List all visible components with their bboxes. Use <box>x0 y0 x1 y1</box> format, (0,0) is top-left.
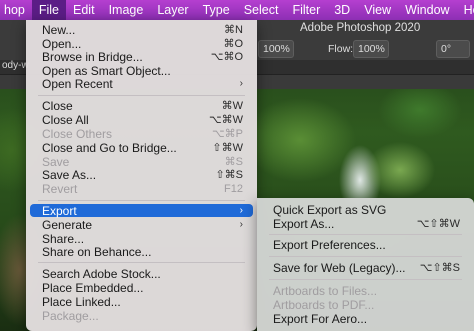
menu-item-label: Revert <box>42 181 78 196</box>
flow-label: Flow: <box>328 43 354 55</box>
submenu-item-save-for-web[interactable]: Save for Web (Legacy)... ⌥⇧⌘S <box>261 260 470 275</box>
menu-separator <box>38 262 245 263</box>
menu-3d[interactable]: 3D <box>327 0 357 20</box>
menu-item-label: Export For Aero... <box>273 311 368 326</box>
menu-item-label: Export Preferences... <box>273 237 386 252</box>
menu-item-close-go-bridge[interactable]: Close and Go to Bridge... ⇧⌘W <box>30 140 253 155</box>
shortcut: F12 <box>224 182 243 195</box>
submenu-item-export-preferences[interactable]: Export Preferences... <box>261 237 470 252</box>
menu-item-label: Browse in Bridge... <box>42 49 143 64</box>
menu-item-browse-in-bridge[interactable]: Browse in Bridge... ⌥⌘O <box>30 49 253 64</box>
menu-item-open[interactable]: Open... ⌘O <box>30 36 253 51</box>
menu-separator <box>38 95 245 96</box>
submenu-item-artboards-to-files: Artboards to Files... <box>261 283 470 298</box>
menu-item-label: Place Embedded... <box>42 280 144 295</box>
submenu-arrow-icon: › <box>239 78 243 89</box>
menu-window[interactable]: Window <box>398 0 456 20</box>
menu-item-label: Close <box>42 98 73 113</box>
submenu-arrow-icon: › <box>239 205 243 216</box>
menu-item-label: Export <box>42 203 77 218</box>
menu-edit[interactable]: Edit <box>66 0 102 20</box>
menu-photoshop[interactable]: hop <box>0 0 32 20</box>
menu-item-label: Search Adobe Stock... <box>42 266 161 281</box>
menu-item-share[interactable]: Share... <box>30 231 253 246</box>
menu-select[interactable]: Select <box>237 0 286 20</box>
menu-item-close-others: Close Others ⌥⌘P <box>30 126 253 141</box>
angle-field[interactable]: 0° <box>436 40 470 58</box>
shortcut: ⇧⌘S <box>215 169 243 181</box>
menu-item-new[interactable]: New... ⌘N <box>30 22 253 37</box>
menu-file[interactable]: File <box>31 0 67 20</box>
shortcut: ⌥⌘P <box>211 128 243 140</box>
submenu-arrow-icon: › <box>239 219 243 230</box>
submenu-item-artboards-to-pdf: Artboards to PDF... <box>261 297 470 312</box>
export-submenu: Quick Export as SVG Export As... ⌥⇧⌘W Ex… <box>257 198 474 331</box>
menu-item-place-embedded[interactable]: Place Embedded... <box>30 280 253 295</box>
menu-item-label: Artboards to PDF... <box>273 297 375 312</box>
menu-separator <box>38 200 245 201</box>
submenu-item-quick-export-svg[interactable]: Quick Export as SVG <box>261 202 470 217</box>
menu-separator <box>269 279 462 280</box>
menu-item-label: Save <box>42 154 70 169</box>
menu-help[interactable]: Help <box>457 0 474 20</box>
menu-item-package: Package... <box>30 308 253 323</box>
menu-layer[interactable]: Layer <box>150 0 195 20</box>
menu-item-label: Quick Export as SVG <box>273 202 387 217</box>
menu-item-label: Share on Behance... <box>42 244 152 259</box>
menu-item-label: Open as Smart Object... <box>42 63 171 78</box>
menu-item-open-recent[interactable]: Open Recent › <box>30 76 253 91</box>
menu-item-label: Open... <box>42 36 82 51</box>
menu-item-label: Save for Web (Legacy)... <box>273 260 406 275</box>
menu-item-label: Close and Go to Bridge... <box>42 140 177 155</box>
menu-type[interactable]: Type <box>196 0 237 20</box>
menu-item-search-adobe-stock[interactable]: Search Adobe Stock... <box>30 266 253 281</box>
document-tab[interactable]: ody-w <box>2 60 29 71</box>
menu-item-close-all[interactable]: Close All ⌥⌘W <box>30 112 253 127</box>
flow-field[interactable]: 100% <box>353 40 389 58</box>
shortcut: ⌘W <box>221 100 243 112</box>
menu-item-label: Artboards to Files... <box>273 283 378 298</box>
menu-item-label: New... <box>42 22 76 37</box>
menu-bar: hop File Edit Image Layer Type Select Fi… <box>0 0 474 20</box>
shortcut: ⌘S <box>224 156 243 168</box>
menu-separator <box>269 256 462 257</box>
menu-image[interactable]: Image <box>102 0 151 20</box>
menu-item-place-linked[interactable]: Place Linked... <box>30 294 253 309</box>
shortcut: ⇧⌘W <box>212 142 243 154</box>
menu-item-label: Package... <box>42 308 99 323</box>
submenu-item-export-for-aero[interactable]: Export For Aero... <box>261 311 470 326</box>
shortcut: ⌥⌘O <box>210 51 243 63</box>
menu-filter[interactable]: Filter <box>285 0 327 20</box>
app-title: Adobe Photoshop 2020 <box>300 22 421 34</box>
menu-view[interactable]: View <box>357 0 398 20</box>
menu-item-label: Export As... <box>273 216 335 231</box>
menu-item-export[interactable]: Export › <box>30 203 253 218</box>
menu-separator <box>269 234 462 235</box>
menu-item-label: Close Others <box>42 126 113 141</box>
submenu-item-export-as[interactable]: Export As... ⌥⇧⌘W <box>261 216 470 231</box>
shortcut: ⌥⇧⌘S <box>419 262 460 274</box>
menu-item-open-smart-object[interactable]: Open as Smart Object... <box>30 63 253 78</box>
opacity-field[interactable]: 100% <box>258 40 294 58</box>
menu-item-generate[interactable]: Generate › <box>30 217 253 232</box>
menu-item-label: Open Recent <box>42 76 113 91</box>
menu-item-share-behance[interactable]: Share on Behance... <box>30 244 253 259</box>
menu-item-revert: Revert F12 <box>30 181 253 196</box>
menu-item-label: Place Linked... <box>42 294 121 309</box>
shortcut: ⌘N <box>224 24 243 36</box>
menu-item-label: Generate <box>42 217 93 232</box>
menu-item-save: Save ⌘S <box>30 154 253 169</box>
menu-item-label: Close All <box>42 112 89 127</box>
shortcut: ⌘O <box>223 38 243 50</box>
shortcut: ⌥⇧⌘W <box>416 218 460 230</box>
shortcut: ⌥⌘W <box>208 114 243 126</box>
file-menu: New... ⌘N Open... ⌘O Browse in Bridge...… <box>26 20 257 331</box>
menu-item-label: Save As... <box>42 167 97 182</box>
menu-item-save-as[interactable]: Save As... ⇧⌘S <box>30 167 253 182</box>
menu-item-label: Share... <box>42 231 85 246</box>
menu-item-close[interactable]: Close ⌘W <box>30 98 253 113</box>
